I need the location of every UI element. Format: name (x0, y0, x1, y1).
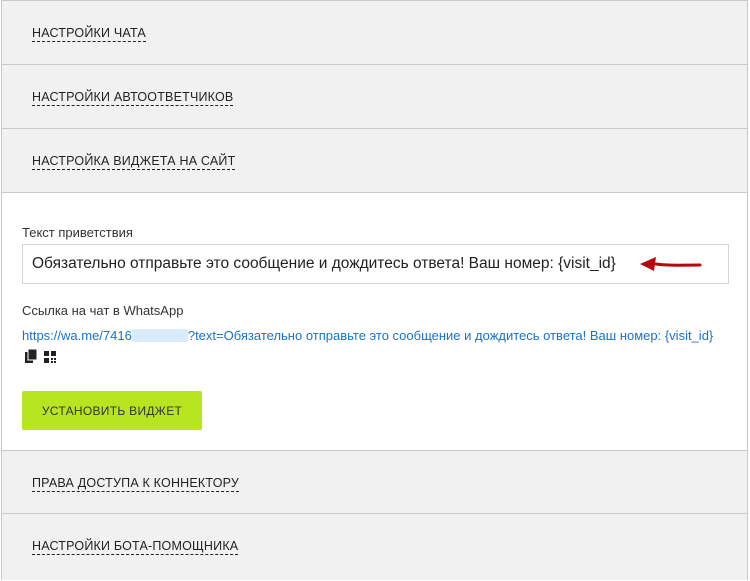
widget-settings-panel: Текст приветствия Обязательно отправьте … (2, 194, 747, 450)
whatsapp-link[interactable]: https://wa.me/7416 ?text=Обязательно отпр… (22, 325, 722, 369)
section-chat-settings[interactable]: НАСТРОЙКИ ЧАТА (2, 1, 747, 65)
section-autoresponder-settings[interactable]: НАСТРОЙКИ АВТООТВЕТЧИКОВ (2, 65, 747, 129)
qr-code-icon[interactable] (43, 348, 56, 369)
whatsapp-link-suffix[interactable]: ?text=Обязательно отправьте это сообщени… (188, 328, 713, 343)
whatsapp-link-label: Ссылка на чат в WhatsApp (22, 303, 184, 318)
section-bot-assistant-settings[interactable]: НАСТРОЙКИ БОТА-ПОМОЩНИКА (2, 514, 747, 580)
section-widget-settings[interactable]: НАСТРОЙКА ВИДЖЕТА НА САЙТ (2, 129, 747, 193)
section-title-chat-settings[interactable]: НАСТРОЙКИ ЧАТА (32, 26, 146, 42)
section-title-bot-assistant-settings[interactable]: НАСТРОЙКИ БОТА-ПОМОЩНИКА (32, 539, 239, 555)
greeting-label: Текст приветствия (22, 225, 133, 240)
red-arrow-annotation (640, 257, 702, 271)
settings-accordion: НАСТРОЙКИ ЧАТА НАСТРОЙКИ АВТООТВЕТЧИКОВ … (1, 0, 748, 580)
section-title-autoresponder-settings[interactable]: НАСТРОЙКИ АВТООТВЕТЧИКОВ (32, 90, 234, 106)
install-widget-button[interactable]: УСТАНОВИТЬ ВИДЖЕТ (22, 391, 202, 430)
redacted-number (131, 329, 188, 342)
greeting-text-input[interactable]: Обязательно отправьте это сообщение и до… (22, 244, 729, 284)
section-title-widget-settings[interactable]: НАСТРОЙКА ВИДЖЕТА НА САЙТ (32, 154, 236, 170)
section-connector-access[interactable]: ПРАВА ДОСТУПА К КОННЕКТОРУ (2, 450, 747, 514)
whatsapp-link-prefix[interactable]: https://wa.me/7416 (22, 328, 132, 343)
copy-icon[interactable] (25, 348, 38, 369)
section-title-connector-access[interactable]: ПРАВА ДОСТУПА К КОННЕКТОРУ (32, 476, 240, 492)
